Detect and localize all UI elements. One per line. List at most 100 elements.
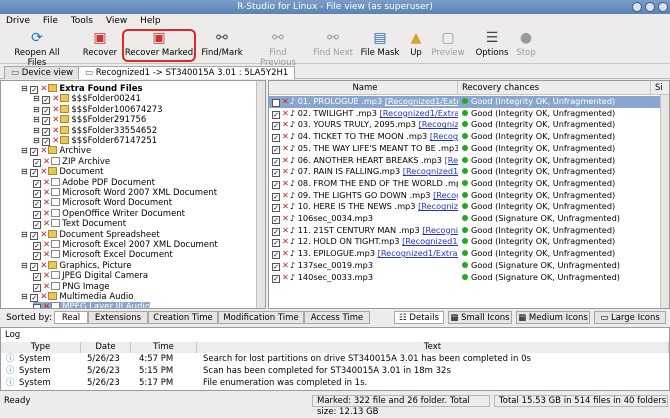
menu-help[interactable]: Help: [140, 16, 161, 26]
file-row[interactable]: ✓✕♪ 06. ANOTHER HEART BREAKS .mp3 [Recog…: [269, 155, 662, 167]
file-row[interactable]: ✓ ✕♪ 01. PROLOGUE .mp3 [Recognized1/Extra…: [269, 96, 662, 108]
log-col-text[interactable]: Text: [197, 342, 669, 353]
file-row[interactable]: ✓✕♪ 09. THE LIGHTS GO DOWN .mp3 [Recogni…: [269, 190, 662, 202]
file-checkbox[interactable]: ✓: [272, 122, 280, 131]
minimize-button[interactable]: [632, 2, 642, 12]
tree-checkbox[interactable]: ✓: [33, 158, 41, 167]
file-checkbox[interactable]: ✓: [272, 239, 280, 248]
file-checkbox[interactable]: ✓: [272, 251, 280, 260]
expand-icon[interactable]: ⊟: [21, 261, 30, 270]
tree-item[interactable]: ✓ ✕ OpenOffice Writer Document: [33, 208, 185, 219]
tree-item[interactable]: ✓ ✕ ZIP Archive: [33, 156, 110, 167]
options-button[interactable]: ☰ Options: [475, 30, 509, 62]
tree-checkbox[interactable]: ✓: [33, 273, 41, 282]
expand-icon[interactable]: ⊟: [33, 94, 42, 103]
tree-checkbox[interactable]: ✓: [42, 117, 51, 126]
maximize-button[interactable]: [645, 2, 655, 12]
file-row[interactable]: ✓ ✕♪ 13. EPILOGUE.mp3 [Recognized1/Extra …: [269, 248, 662, 260]
sort-extensions-button[interactable]: Extensions: [88, 311, 148, 324]
file-checkbox[interactable]: ✓: [272, 145, 280, 154]
tree-item[interactable]: ⊟ ✓ ✕ $$$Folder33554652: [33, 125, 157, 136]
tree-checkbox[interactable]: ✓: [33, 200, 41, 209]
expand-icon[interactable]: ⊟: [33, 126, 42, 135]
tree-item[interactable]: ✓ ✕ Microsoft Excel Document: [33, 250, 173, 261]
stop-button[interactable]: ● Stop: [514, 30, 538, 62]
tree-checkbox[interactable]: ✓: [30, 262, 39, 271]
file-path-link[interactable]: [Recognized1/: [418, 201, 458, 211]
file-row[interactable]: ✓✕♪ 11. 21ST CENTURY MAN .mp3 [Recognize…: [269, 225, 662, 237]
file-checkbox[interactable]: ✓: [272, 204, 280, 213]
expand-icon[interactable]: ⊟: [21, 146, 30, 155]
file-checkbox[interactable]: ✓: [272, 274, 280, 283]
tree-item[interactable]: ⊟ ✓ ✕ Graphics, Picture: [21, 260, 132, 271]
file-row[interactable]: ✓ ✕♪ 137sec_0019.mp3 Good (Signature OK, …: [269, 260, 662, 272]
tree-item[interactable]: ⊟ ✓ ✕ $$$Folder00241: [33, 94, 141, 105]
column-recovery-chances[interactable]: Recovery chances: [458, 81, 651, 95]
tab-file-view[interactable]: ▭ Recognized1 -> ST340015A 3.01 : 5LA5Y2…: [78, 66, 296, 79]
file-checkbox[interactable]: ✓: [272, 134, 280, 143]
tree-checkbox[interactable]: ✓: [33, 210, 41, 219]
expand-icon[interactable]: ⊟: [33, 115, 42, 124]
tree-item[interactable]: ✓ ✕ JPEG Digital Camera: [33, 271, 148, 282]
up-button[interactable]: ▲ Up: [407, 30, 425, 62]
file-checkbox[interactable]: ✓: [272, 169, 280, 178]
tree-checkbox[interactable]: ✓: [42, 106, 51, 115]
tree-checkbox[interactable]: ✓: [30, 231, 39, 240]
find-next-button[interactable]: ⚯ Find Next: [312, 30, 354, 62]
tree-checkbox[interactable]: ✓: [33, 221, 41, 230]
menu-file[interactable]: File: [43, 16, 58, 26]
file-path-link[interactable]: [Recognized1/Extra Fo: [378, 248, 458, 258]
file-path-link[interactable]: [Recogniz: [430, 131, 458, 141]
view-details-button[interactable]: ☷ Details: [394, 311, 444, 324]
tree-item[interactable]: ⊟ ✓ ✕ Extra Found Files: [21, 84, 143, 94]
tree-item[interactable]: ✓ ✕ Microsoft Word Document: [33, 198, 172, 209]
tree-item[interactable]: ⊟ ✓ ✕ $$$Folder67147251: [33, 136, 157, 146]
file-row[interactable]: ✓ ✕♪ 140sec_0033.mp3 Good (Signature OK, …: [269, 272, 662, 284]
tree-item[interactable]: ⊟ ✓ ✕ Document: [21, 167, 103, 178]
menu-drive[interactable]: Drive: [6, 16, 30, 26]
tree-item[interactable]: ⊟ ✓ ✕ Document Spreadsheet: [21, 229, 160, 240]
tree-checkbox[interactable]: ✓: [33, 179, 41, 188]
menu-view[interactable]: View: [106, 16, 127, 26]
tree-checkbox[interactable]: ✓: [30, 294, 39, 302]
log-col-type[interactable]: Type: [1, 342, 81, 353]
preview-button[interactable]: ▢ Preview: [430, 30, 466, 62]
tree-checkbox[interactable]: ✓: [42, 127, 51, 136]
tree-checkbox[interactable]: ✓: [30, 169, 39, 178]
reopen-all-files-button[interactable]: ⟳ Reopen All Files: [4, 30, 70, 68]
file-path-link[interactable]: [Recognized1/Ext: [402, 236, 458, 246]
view-medium-icons-button[interactable]: ▦ Medium Icons: [516, 311, 590, 324]
file-row[interactable]: ✓✕♪ 10. HERE IS THE NEWS .mp3 [Recognize…: [269, 201, 662, 213]
sort-modification-time-button[interactable]: Modification Time: [218, 311, 304, 324]
file-checkbox[interactable]: ✓: [272, 262, 280, 271]
log-col-time[interactable]: Time: [131, 342, 197, 353]
file-mask-button[interactable]: ▤ File Mask: [360, 30, 400, 62]
tree-checkbox[interactable]: ✓: [33, 190, 41, 198]
expand-icon[interactable]: ⊟: [21, 167, 30, 176]
log-col-date[interactable]: Date: [81, 342, 131, 353]
file-scrollbar[interactable]: [660, 95, 669, 308]
recover-button[interactable]: ▣ Recover: [80, 30, 120, 62]
file-checkbox[interactable]: ✓: [272, 227, 280, 236]
tree-checkbox[interactable]: ✓: [30, 86, 39, 94]
expand-icon[interactable]: ⊟: [21, 292, 30, 301]
file-row[interactable]: ✓✕♪ 04. TICKET TO THE MOON .mp3 [Recogni…: [269, 131, 662, 143]
file-checkbox[interactable]: ✓: [272, 157, 280, 166]
file-path-link[interactable]: [Recognized: [433, 190, 458, 200]
file-path-link[interactable]: [Recognize: [445, 155, 458, 165]
tree-checkbox[interactable]: ✓: [33, 242, 41, 250]
expand-icon[interactable]: ⊟: [21, 230, 30, 239]
tree-item[interactable]: ✓ ✕ Microsoft Word 2007 XML Document: [33, 188, 217, 198]
menu-tools[interactable]: Tools: [71, 16, 93, 26]
sort-access-time-button[interactable]: Access Time: [304, 311, 370, 324]
file-path-link[interactable]: [Recognized1/: [422, 225, 458, 235]
column-name[interactable]: Name: [269, 81, 458, 95]
file-path-link[interactable]: [Recognized1/Ext: [403, 166, 458, 176]
file-row[interactable]: ✓✕♪ 08. FROM THE END OF THE WORLD .mp3 […: [269, 178, 662, 190]
file-row[interactable]: ✓ ✕♪ 05. THE WAY LIFE'S MEANT TO BE .mp3 …: [269, 143, 662, 155]
close-button[interactable]: [658, 2, 668, 12]
tree-checkbox[interactable]: ✓: [33, 252, 41, 261]
view-large-icons-button[interactable]: ▭ Large Icons: [594, 311, 666, 324]
view-small-icons-button[interactable]: ▦ Small Icons: [448, 311, 512, 324]
find-previous-button[interactable]: ⚯ Find Previous: [250, 30, 306, 68]
